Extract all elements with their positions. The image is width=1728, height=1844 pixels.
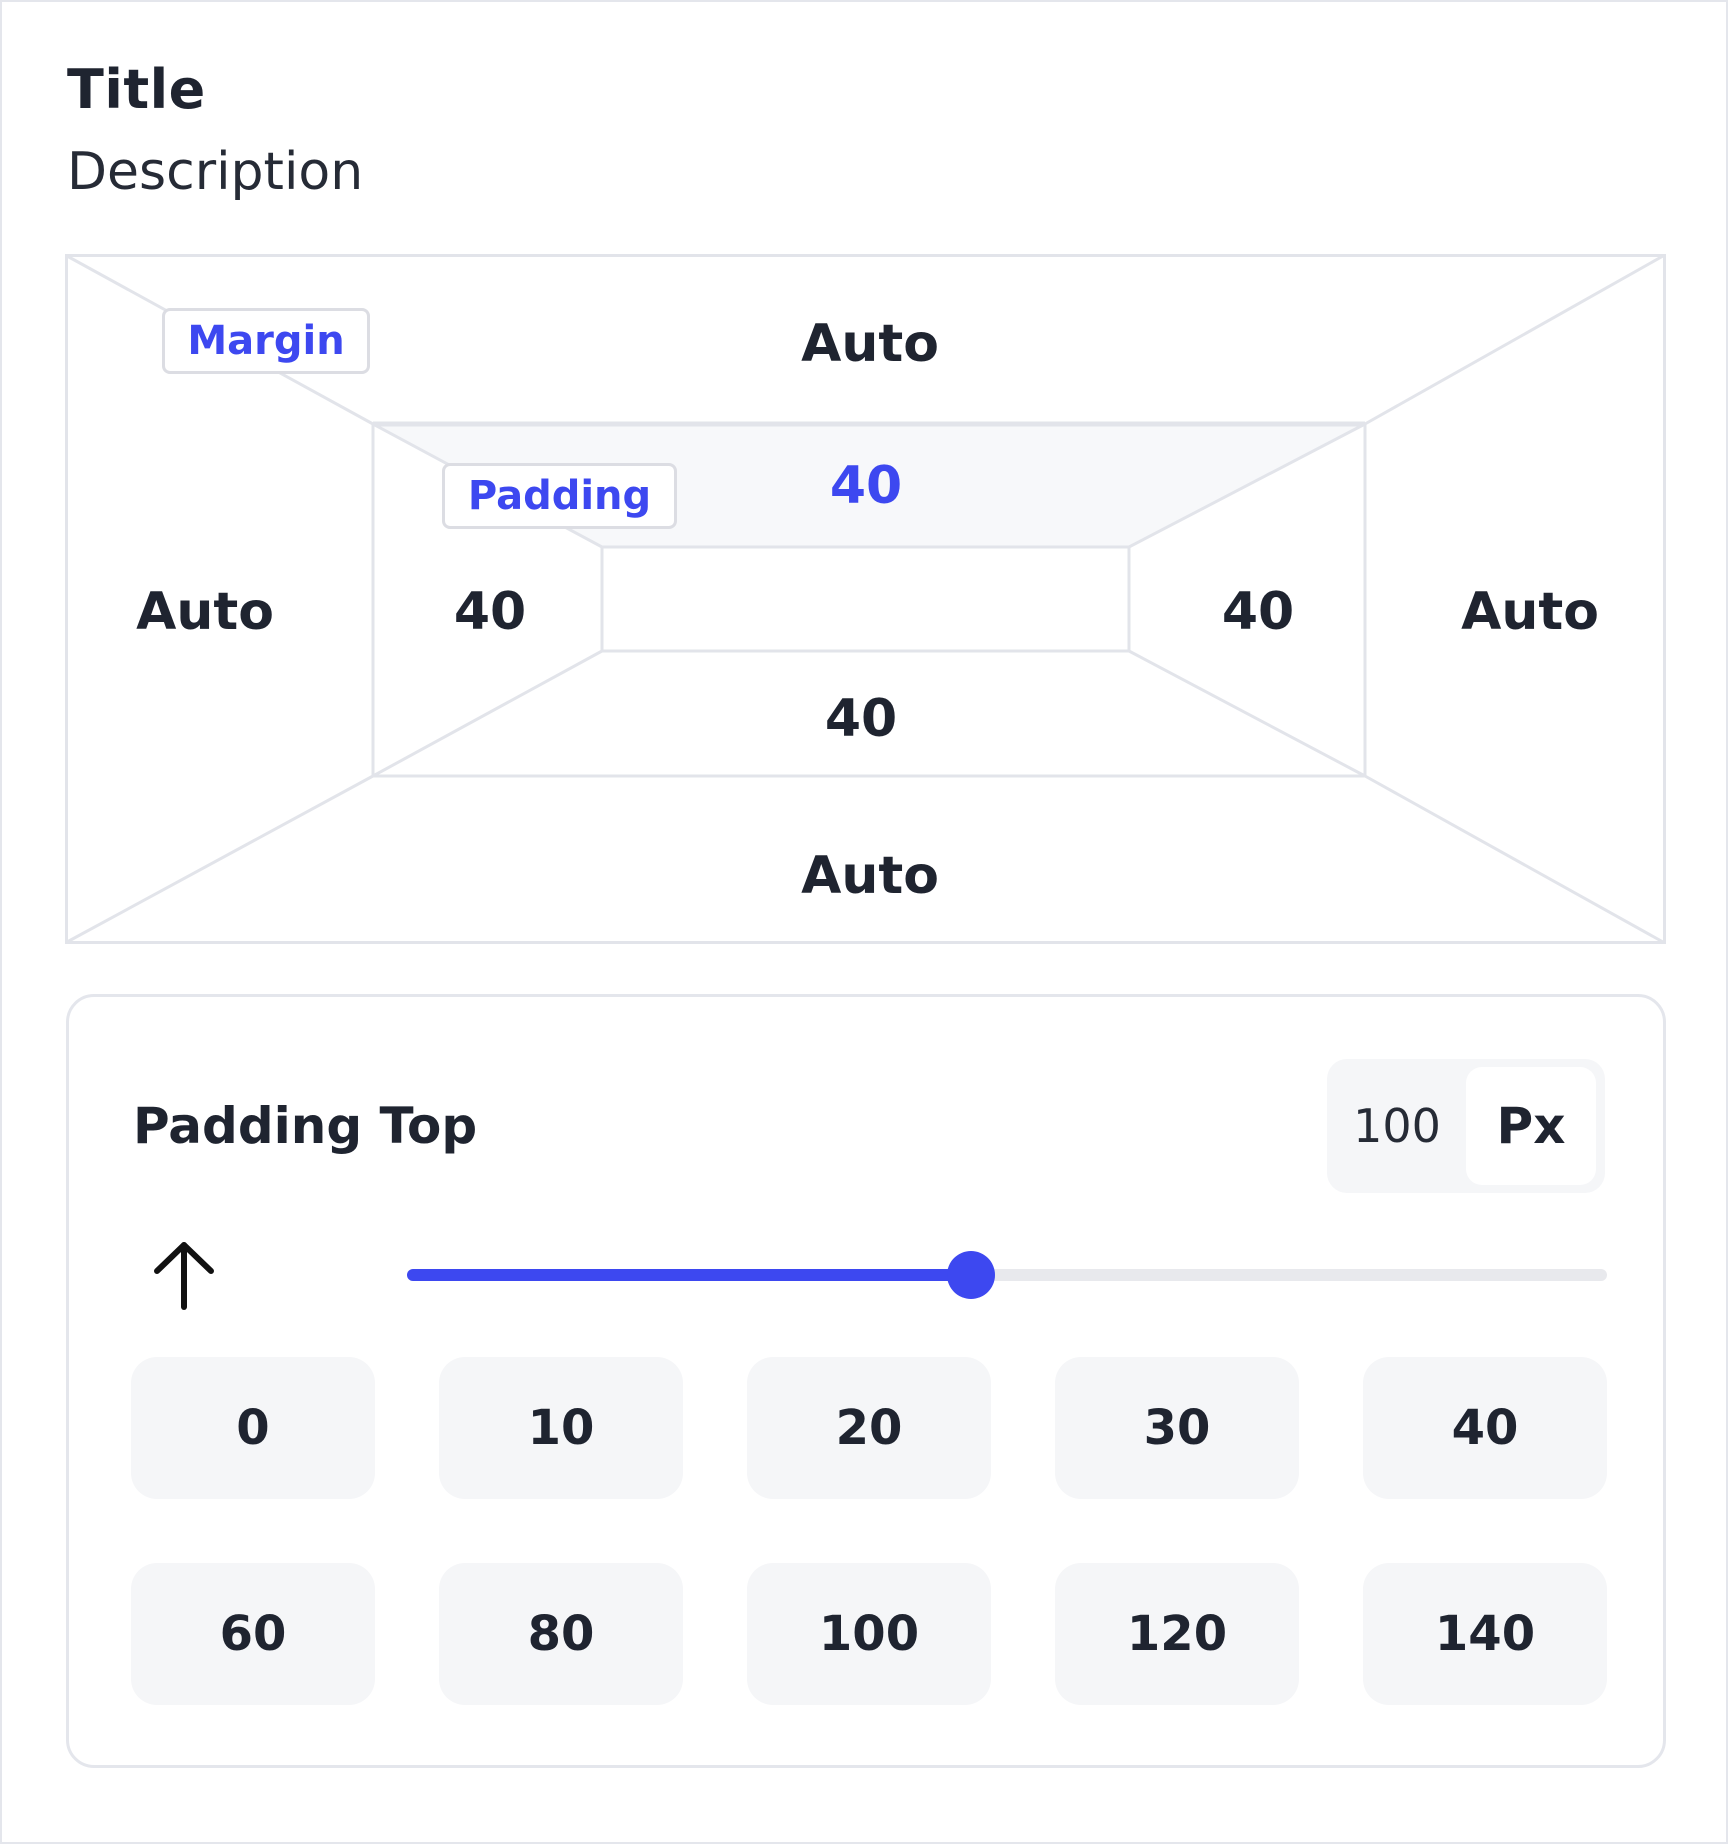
preset-button[interactable]: 120: [1055, 1563, 1299, 1705]
margin-right-value[interactable]: Auto: [1461, 582, 1599, 642]
box-model-editor: Margin Padding Auto Auto Auto Auto 40 40…: [65, 254, 1666, 944]
padding-right-value[interactable]: 40: [1222, 582, 1294, 642]
settings-panel: Title Description Margin Padding Auto Au…: [0, 0, 1728, 1844]
margin-bottom-value[interactable]: Auto: [801, 846, 939, 906]
padding-bottom-value[interactable]: 40: [825, 689, 897, 749]
padding-tag: Padding: [442, 463, 677, 529]
control-label: Padding Top: [133, 1097, 478, 1155]
page-description: Description: [67, 142, 364, 202]
slider-thumb[interactable]: [947, 1251, 995, 1299]
unit-selector[interactable]: Px: [1466, 1067, 1596, 1185]
page-title: Title: [67, 58, 206, 121]
preset-button[interactable]: 0: [131, 1357, 375, 1499]
padding-left-value[interactable]: 40: [454, 582, 526, 642]
margin-tag: Margin: [162, 308, 370, 374]
preset-button[interactable]: 100: [747, 1563, 991, 1705]
padding-top-control: Padding Top 100 Px 0 10 20 30 40 60 80 1…: [66, 994, 1666, 1768]
preset-button[interactable]: 40: [1363, 1357, 1607, 1499]
value-input-group: 100 Px: [1327, 1059, 1605, 1193]
padding-top-value[interactable]: 40: [830, 456, 902, 516]
value-input[interactable]: 100: [1327, 1059, 1467, 1193]
slider-fill: [407, 1269, 971, 1281]
margin-top-value[interactable]: Auto: [801, 314, 939, 374]
preset-button[interactable]: 20: [747, 1357, 991, 1499]
padding-slider[interactable]: [407, 1237, 1607, 1313]
preset-button[interactable]: 10: [439, 1357, 683, 1499]
preset-button[interactable]: 30: [1055, 1357, 1299, 1499]
preset-button[interactable]: 140: [1363, 1563, 1607, 1705]
preset-grid: 0 10 20 30 40 60 80 100 120 140: [131, 1357, 1607, 1705]
preset-button[interactable]: 80: [439, 1563, 683, 1705]
arrow-up-icon: [149, 1237, 219, 1313]
margin-left-value[interactable]: Auto: [136, 582, 274, 642]
preset-button[interactable]: 60: [131, 1563, 375, 1705]
